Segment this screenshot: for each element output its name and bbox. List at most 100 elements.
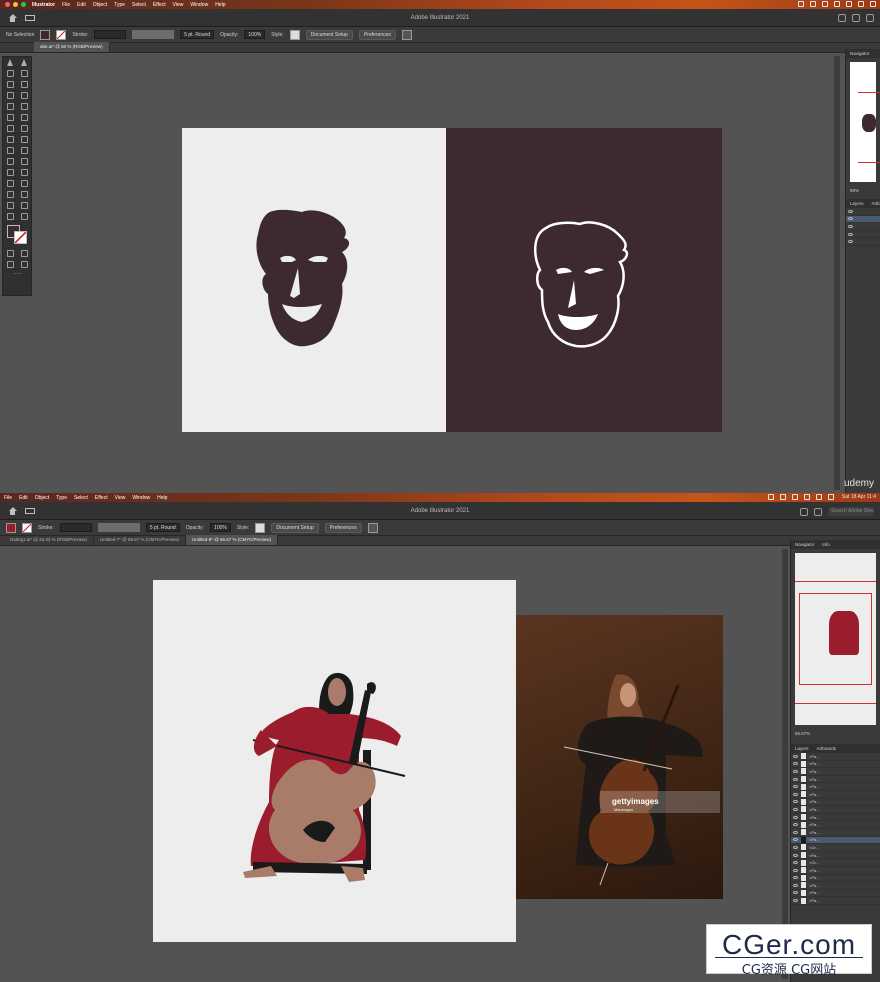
- vertical-scrollbar[interactable]: [834, 56, 840, 490]
- print-tiling-icon[interactable]: [20, 213, 28, 220]
- rotate-icon[interactable]: [20, 125, 28, 132]
- eye-icon[interactable]: [793, 777, 798, 781]
- opacity-field[interactable]: 100%: [244, 30, 266, 39]
- close-window-button[interactable]: [5, 2, 10, 7]
- wifi-icon[interactable]: [815, 494, 822, 500]
- eye-icon[interactable]: [793, 868, 798, 872]
- menu-edit[interactable]: Edit: [77, 2, 86, 8]
- menu-object[interactable]: Object: [93, 2, 107, 8]
- eye-icon[interactable]: [793, 792, 798, 796]
- layer-row[interactable]: <Pa...: [791, 829, 880, 837]
- tab-dating[interactable]: Dating1.ai* @ 33.33 % (RGB/Preview): [4, 535, 94, 545]
- status-icon[interactable]: [779, 494, 786, 500]
- curvature-tool-icon[interactable]: [20, 81, 28, 88]
- zoom-tool-icon[interactable]: [6, 213, 14, 220]
- draw-mode-icon[interactable]: [6, 261, 14, 268]
- pen-tool-icon[interactable]: [6, 81, 14, 88]
- menu-select[interactable]: Select: [74, 495, 88, 501]
- eye-icon[interactable]: [793, 785, 798, 789]
- eye-icon[interactable]: [848, 209, 853, 213]
- brush-definition[interactable]: 5 pt. Round: [180, 30, 215, 39]
- menu-select[interactable]: Select: [132, 2, 146, 8]
- layer-row[interactable]: <Pa...: [791, 867, 880, 875]
- layer-row[interactable]: <Pa...: [791, 897, 880, 905]
- artboards-tab[interactable]: Artboards: [817, 744, 837, 753]
- color-mode-icon[interactable]: [6, 250, 14, 257]
- layer-row[interactable]: <Gr...: [791, 859, 880, 867]
- stroke-weight-field[interactable]: [59, 523, 92, 532]
- status-icon[interactable]: [798, 1, 804, 7]
- variable-width-profile[interactable]: [132, 30, 175, 39]
- arrange-icon[interactable]: [814, 507, 822, 516]
- layer-row[interactable]: <Pa...: [791, 798, 880, 807]
- eye-icon[interactable]: [793, 800, 798, 804]
- hand-tool-icon[interactable]: [20, 202, 28, 209]
- eraser-icon[interactable]: [6, 125, 14, 132]
- eye-icon[interactable]: [793, 883, 798, 887]
- layer-row[interactable]: [846, 223, 880, 231]
- eye-icon[interactable]: [793, 762, 798, 766]
- vertical-scrollbar-2[interactable]: [782, 549, 788, 979]
- direct-selection-tool-icon[interactable]: [21, 59, 27, 66]
- fill-swatch[interactable]: [40, 29, 51, 40]
- brush-definition[interactable]: 5 pt. Round: [145, 523, 180, 532]
- search-icon[interactable]: [866, 14, 874, 22]
- menu-type[interactable]: Type: [114, 2, 125, 8]
- document-setup-button[interactable]: Document Setup: [271, 522, 319, 533]
- layer-row[interactable]: <Pa...: [791, 874, 880, 883]
- tab-abe[interactable]: abe.ai* @ 50 % (RGB/Preview): [34, 42, 110, 52]
- layer-row[interactable]: <Pa...: [791, 760, 880, 769]
- layer-row[interactable]: <Pa...: [791, 776, 880, 784]
- screen-mode-icon[interactable]: [20, 261, 28, 268]
- stroke-swatch[interactable]: [22, 522, 32, 533]
- magic-wand-icon[interactable]: [6, 70, 14, 77]
- layer-row[interactable]: <Pa...: [791, 889, 880, 898]
- perspective-grid-icon[interactable]: [6, 158, 14, 165]
- eyedropper-icon[interactable]: [20, 169, 28, 176]
- layer-row[interactable]: <Pa...: [791, 882, 880, 890]
- eye-icon[interactable]: [793, 876, 798, 880]
- type-tool-icon[interactable]: [6, 92, 14, 99]
- layer-row[interactable]: <Pa...: [791, 852, 880, 860]
- minimize-window-button[interactable]: [13, 2, 18, 7]
- layers-tab[interactable]: Layers: [850, 199, 864, 208]
- menu-view[interactable]: View: [173, 2, 184, 8]
- info-tab[interactable]: Info: [822, 540, 830, 549]
- eye-icon[interactable]: [793, 899, 798, 903]
- warp-icon[interactable]: [20, 136, 28, 143]
- stroke-swatch[interactable]: [56, 29, 67, 40]
- status-icon[interactable]: [810, 1, 816, 7]
- status-icon[interactable]: [846, 1, 852, 7]
- gradient-mode-icon[interactable]: [20, 250, 28, 257]
- symbol-sprayer-icon[interactable]: [20, 180, 28, 187]
- menu-help[interactable]: Help: [215, 2, 225, 8]
- battery-icon[interactable]: [870, 1, 876, 7]
- menu-edit[interactable]: Edit: [19, 495, 28, 501]
- preferences-button[interactable]: Preferences: [358, 29, 396, 40]
- menu-effect[interactable]: Effect: [153, 2, 166, 8]
- shaper-tool-icon[interactable]: [6, 114, 14, 121]
- layer-row[interactable]: <Pa...: [791, 753, 880, 761]
- layers-tab[interactable]: Layers: [795, 744, 809, 753]
- layer-row[interactable]: [846, 215, 880, 224]
- layer-row-selected[interactable]: <Pa...: [791, 836, 880, 845]
- status-icon[interactable]: [822, 1, 828, 7]
- menu-file[interactable]: File: [4, 495, 12, 501]
- layer-row[interactable]: [846, 208, 880, 216]
- navigator-tab[interactable]: Navigator: [795, 540, 814, 549]
- line-tool-icon[interactable]: [20, 92, 28, 99]
- menu-type[interactable]: Type: [56, 495, 67, 501]
- eye-icon[interactable]: [793, 861, 798, 865]
- layer-row[interactable]: <Pa...: [791, 806, 880, 814]
- stroke-color-box[interactable]: [14, 231, 27, 244]
- share-icon[interactable]: [800, 507, 808, 516]
- eye-icon[interactable]: [848, 224, 853, 228]
- menubar-clock[interactable]: Sat 18 Apr 11:4: [842, 494, 876, 500]
- menu-help[interactable]: Help: [157, 495, 167, 501]
- scale-icon[interactable]: [6, 136, 14, 143]
- shape-builder-icon[interactable]: [20, 147, 28, 154]
- tab-untitled-8[interactable]: Untitled-8* @ 66.67 % (CMYK/Preview): [185, 535, 279, 545]
- status-icon[interactable]: [803, 494, 810, 500]
- pencil-icon[interactable]: [20, 114, 28, 121]
- preferences-button[interactable]: Preferences: [324, 522, 362, 533]
